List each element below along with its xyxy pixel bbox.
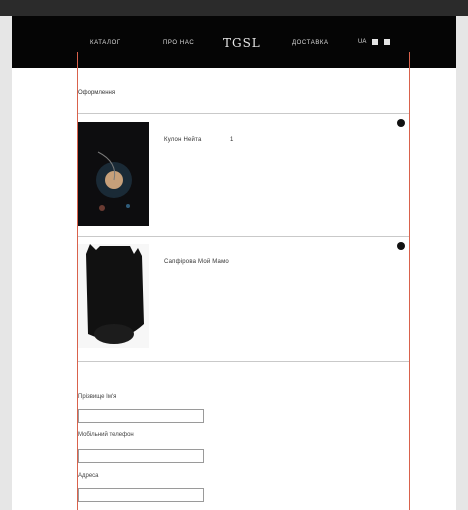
account-icon[interactable] [372,39,379,45]
address-input[interactable] [78,488,204,502]
divider [78,361,409,362]
address-label: Адреса [78,473,99,479]
fullname-input[interactable] [78,409,204,423]
nav-delivery[interactable]: ДОСТАВКА [292,40,329,46]
brand-logo[interactable]: TGSL [223,36,261,50]
nav-catalog[interactable]: КАТАЛОГ [90,40,121,46]
divider [78,113,409,114]
site-header: КАТАЛОГ ПРО НАС TGSL ДОСТАВКА UA [12,16,456,68]
header-actions: UA [358,39,391,45]
cart-item-qty[interactable]: 1 [230,137,234,143]
nav-about[interactable]: ПРО НАС [163,40,194,46]
pendant-image [96,151,132,211]
fullname-label: Прізвище Ім'я [78,394,117,400]
product-image[interactable] [78,244,149,348]
browser-tabbar [0,0,468,16]
cart-item-name: Кулон Нейта [164,137,202,143]
language-switch[interactable]: UA [358,39,366,45]
remove-item-icon[interactable] [397,242,405,250]
remove-item-icon[interactable] [397,119,405,127]
right-gutter [456,16,468,510]
phone-input[interactable] [78,449,204,463]
left-gutter [0,16,12,510]
checkout-title: Оформлення [78,90,116,96]
guide-line-right [409,52,410,510]
cart-icon[interactable] [384,39,391,45]
bag-image [86,244,144,344]
divider [78,236,409,237]
product-image[interactable] [78,122,149,226]
cart-item-name: Сапфірова Мой Мамо [164,259,229,265]
phone-label: Мобільний телефон [78,432,134,438]
